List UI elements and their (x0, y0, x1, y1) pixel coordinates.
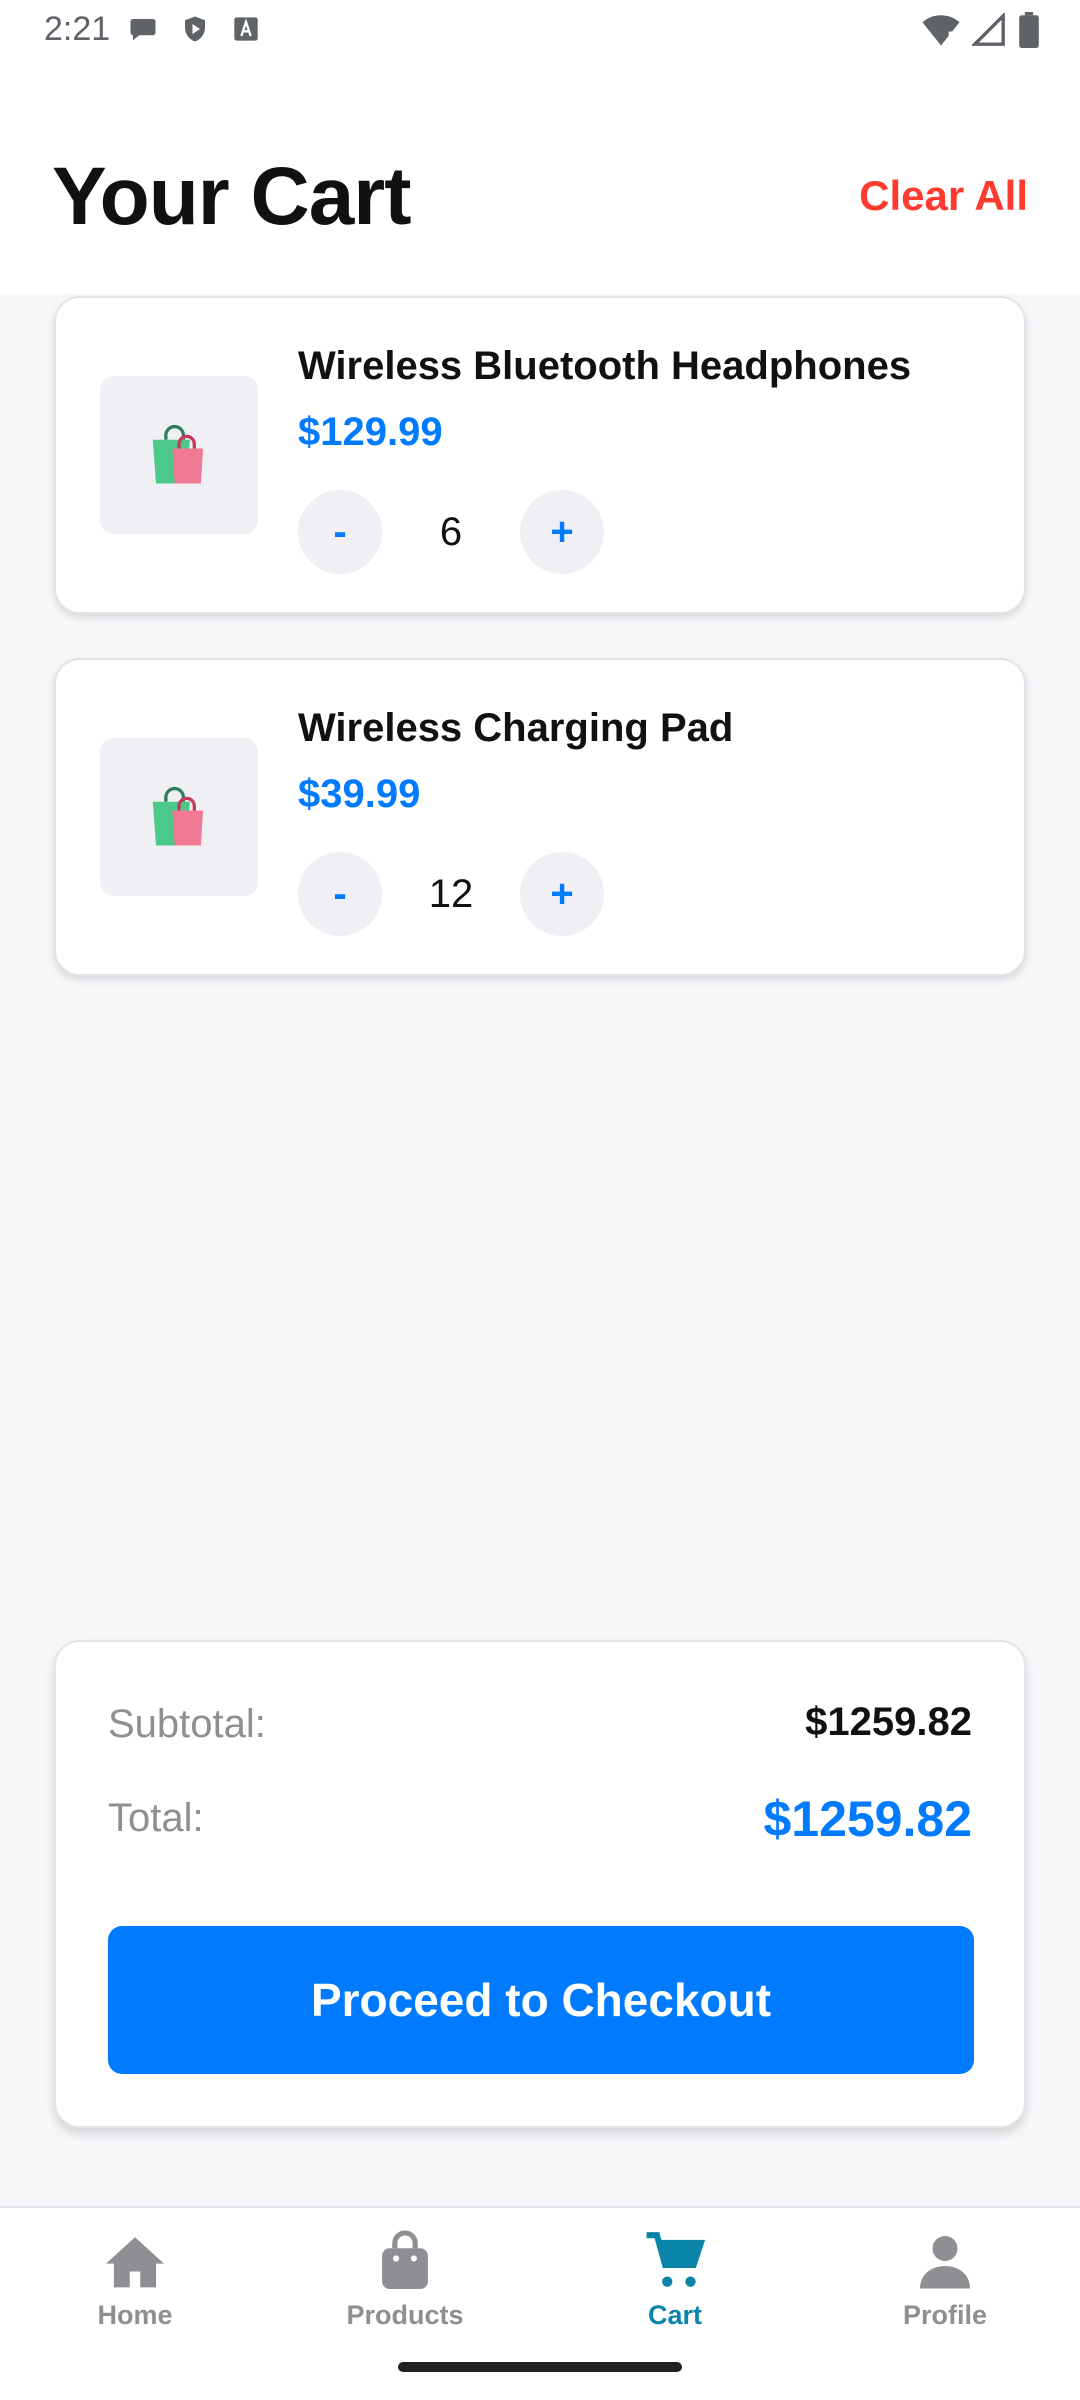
page-header: Your Cart Clear All (0, 62, 1080, 294)
increase-quantity-button[interactable]: + (520, 490, 604, 574)
cart-icon (646, 2232, 706, 2287)
nav-item-cart[interactable]: Cart (540, 2226, 810, 2356)
total-value: $1259.82 (763, 1791, 972, 1847)
shopping-bags-icon (152, 424, 204, 484)
product-price: $129.99 (298, 410, 443, 454)
system-icons (922, 12, 1040, 48)
wifi-icon (922, 15, 960, 47)
product-image (100, 376, 258, 534)
nav-item-profile[interactable]: Profile (810, 2226, 1080, 2356)
increase-quantity-button[interactable]: + (520, 852, 604, 936)
person-icon (920, 2236, 970, 2289)
clear-all-button[interactable]: Clear All (859, 172, 1028, 220)
shield-play-icon (185, 16, 205, 42)
cart-item: Wireless Charging Pad $39.99 - 12 + (54, 658, 1026, 976)
home-indicator[interactable] (398, 2362, 682, 2372)
subtotal-label: Subtotal: (108, 1702, 266, 1746)
proceed-to-checkout-button[interactable]: Proceed to Checkout (108, 1926, 974, 2074)
decrease-quantity-button[interactable]: - (298, 490, 382, 574)
total-label: Total: (108, 1796, 204, 1840)
notification-icons (128, 14, 260, 44)
nav-label: Home (97, 2300, 173, 2330)
shopping-bags-icon (152, 786, 204, 846)
font-a-icon (234, 17, 258, 41)
bag-icon (382, 2230, 428, 2289)
nav-label: Cart (647, 2300, 702, 2330)
quantity-value: 6 (439, 509, 463, 554)
subtotal-value: $1259.82 (805, 1700, 972, 1744)
nav-label: Profile (902, 2300, 988, 2330)
status-time: 2:21 (44, 10, 111, 48)
nav-item-products[interactable]: Products (270, 2226, 540, 2356)
message-icon (130, 19, 156, 41)
status-bar: 2:21 (0, 0, 1080, 62)
product-image (100, 738, 258, 896)
decrease-quantity-button[interactable]: - (298, 852, 382, 936)
quantity-value: 12 (428, 871, 474, 916)
nav-label: Products (346, 2300, 464, 2330)
product-name: Wireless Bluetooth Headphones (298, 344, 912, 388)
battery-icon (1019, 12, 1039, 48)
cart-item: Wireless Bluetooth Headphones $129.99 - … (54, 296, 1026, 614)
page-title: Your Cart (52, 151, 412, 242)
product-price: $39.99 (298, 772, 421, 816)
order-summary-card: Subtotal: $1259.82 Total: $1259.82 Proce… (54, 1640, 1026, 2128)
home-icon (106, 2237, 164, 2288)
nav-item-home[interactable]: Home (0, 2226, 270, 2356)
cell-signal-icon (972, 13, 1005, 46)
product-name: Wireless Charging Pad (298, 706, 734, 750)
